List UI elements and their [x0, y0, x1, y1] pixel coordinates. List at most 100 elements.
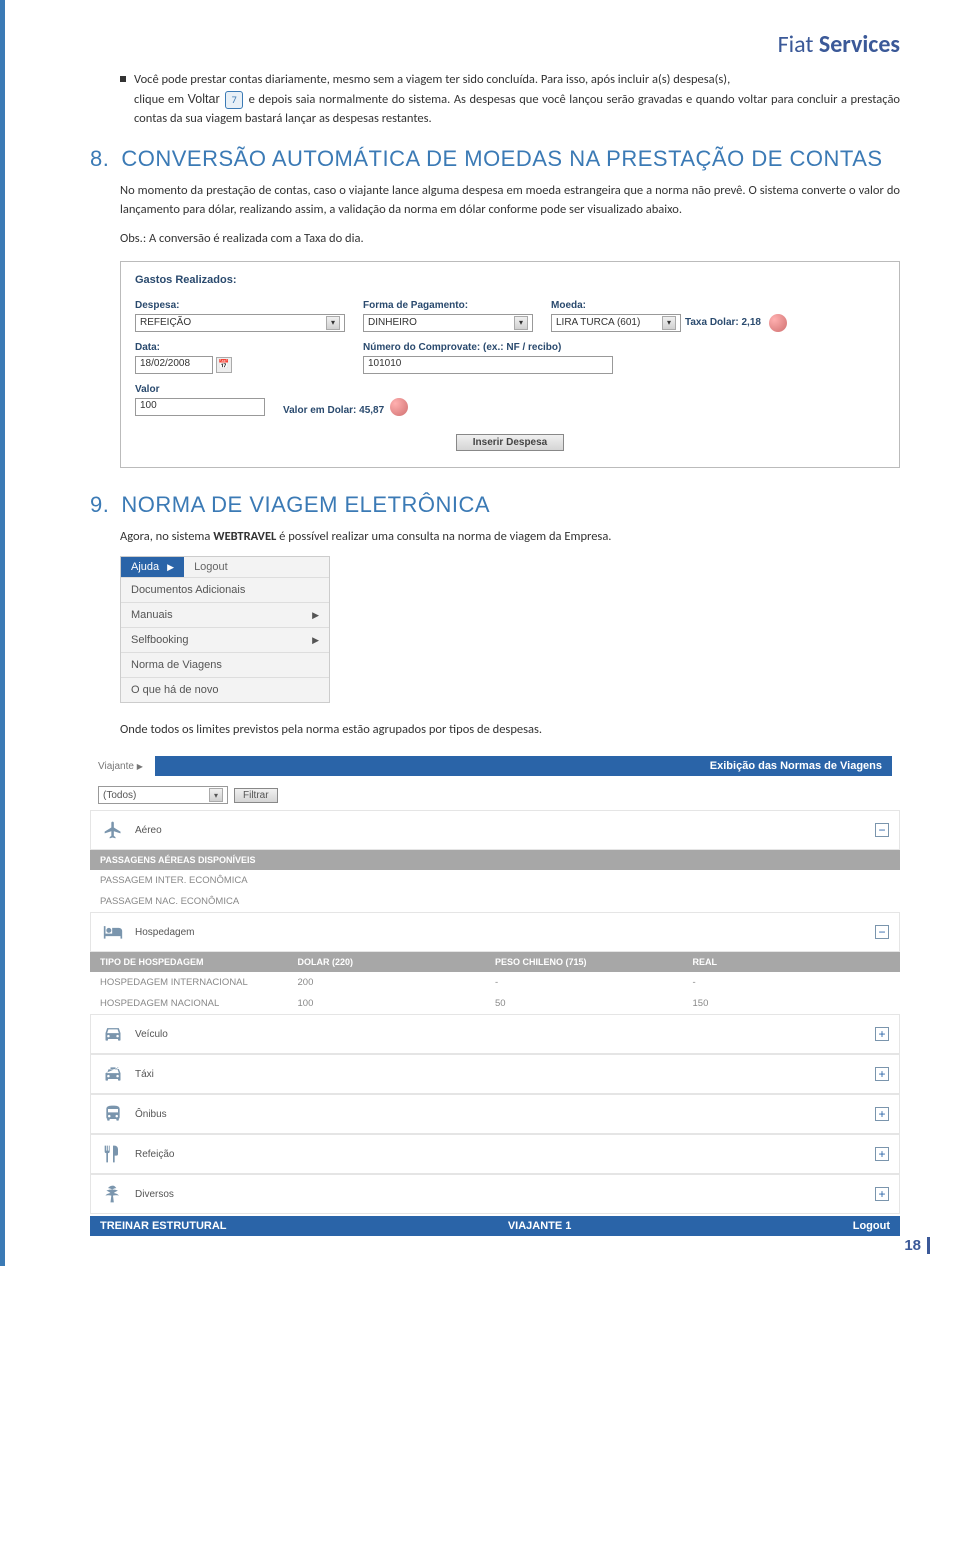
footer-mid: VIAJANTE 1 [227, 1220, 853, 1232]
gastos-title: Gastos Realizados: [135, 274, 885, 286]
data-input[interactable]: 18/02/2008 [135, 356, 213, 374]
aereo-row-1: PASSAGEM INTER. ECONÔMICA [90, 870, 900, 891]
cell: 100 [298, 998, 496, 1009]
section-9-num: 9. [90, 492, 109, 518]
moeda-value: LIRA TURCA (601) [556, 317, 640, 328]
category-hospedagem[interactable]: Hospedagem − [90, 912, 900, 952]
normas-screenshot: Viajante ▶ Exibição das Normas de Viagen… [90, 752, 900, 1236]
brand-header: Fiat Services [90, 30, 900, 59]
menu-label: Documentos Adicionais [131, 584, 245, 596]
section-9-p1: Agora, no sistema WEBTRAVEL é possível r… [120, 528, 900, 547]
expand-icon[interactable]: + [875, 1067, 889, 1081]
col-label: TIPO DE HOSPEDAGEM [100, 957, 298, 967]
dropdown-arrow-icon: ▾ [326, 316, 340, 330]
bullet-text-2b: e depois saia normalmente do sistema. As… [134, 92, 900, 126]
dropdown-arrow-icon: ▾ [662, 316, 676, 330]
car-icon [101, 1023, 125, 1045]
forma-select[interactable]: DINHEIRO ▾ [363, 314, 533, 332]
category-veiculo[interactable]: Veículo + [90, 1014, 900, 1054]
comprov-label: Número do Comprovate: (ex.: NF / recibo) [363, 342, 613, 353]
valor-dolar-label: Valor em Dolar: 45,87 [283, 405, 384, 416]
filtrar-button[interactable]: Filtrar [234, 788, 278, 803]
menu-item-manuais[interactable]: Manuais ▶ [121, 602, 329, 627]
category-aereo[interactable]: Aéreo − [90, 810, 900, 850]
calendar-icon[interactable]: 📅 [216, 357, 232, 373]
cell: HOSPEDAGEM NACIONAL [100, 998, 298, 1009]
category-diversos[interactable]: Diversos + [90, 1174, 900, 1214]
category-refeicao[interactable]: Refeição + [90, 1134, 900, 1174]
collapse-icon[interactable]: − [875, 925, 889, 939]
menu-item-selfbooking[interactable]: Selfbooking ▶ [121, 627, 329, 652]
brand-bold: Services [819, 30, 900, 59]
category-label: Veículo [135, 1029, 168, 1040]
arrow-right-icon: ▶ [137, 762, 143, 771]
category-label: Diversos [135, 1189, 174, 1200]
bed-icon [101, 921, 125, 943]
menu-label: Manuais [131, 609, 173, 621]
palm-icon [101, 1183, 125, 1205]
menu-label: Norma de Viagens [131, 659, 222, 671]
normas-footer: TREINAR ESTRUTURAL VIAJANTE 1 Logout [90, 1216, 900, 1236]
category-taxi[interactable]: Táxi + [90, 1054, 900, 1094]
cell: HOSPEDAGEM INTERNACIONAL [100, 977, 298, 988]
despesa-select[interactable]: REFEIÇÃO ▾ [135, 314, 345, 332]
moeda-select[interactable]: LIRA TURCA (601) ▾ [551, 314, 681, 332]
section-9-title: NORMA DE VIAGEM ELETRÔNICA [121, 492, 490, 518]
expand-icon[interactable]: + [875, 1187, 889, 1201]
section-8-p1: No momento da prestação de contas, caso … [120, 182, 900, 220]
menu-item-documentos[interactable]: Documentos Adicionais [121, 577, 329, 602]
hospedagem-row-2: HOSPEDAGEM NACIONAL 100 50 150 [90, 993, 900, 1014]
col-label: PESO CHILENO (715) [495, 957, 693, 967]
valor-input[interactable]: 100 [135, 398, 265, 416]
dropdown-arrow-icon: ▾ [514, 316, 528, 330]
menu-label: Selfbooking [131, 634, 189, 646]
cell: 200 [298, 977, 496, 988]
menu-logout-item[interactable]: Logout [184, 557, 238, 577]
viajante-menu[interactable]: Viajante ▶ [98, 761, 143, 772]
plane-icon [101, 819, 125, 841]
footer-logout[interactable]: Logout [853, 1220, 890, 1232]
menu-item-norma[interactable]: Norma de Viagens [121, 652, 329, 677]
section-8-title: CONVERSÃO AUTOMÁTICA DE MOEDAS NA PRESTA… [121, 146, 882, 172]
dropdown-arrow-icon: ▾ [209, 788, 223, 802]
comprov-input[interactable]: 101010 [363, 356, 613, 374]
todos-select[interactable]: (Todos) ▾ [98, 786, 228, 804]
cell: - [693, 977, 891, 988]
category-label: Aéreo [135, 825, 162, 836]
menu-ajuda-item[interactable]: Ajuda ▶ [121, 557, 184, 577]
valor-label: Valor [135, 384, 265, 395]
menu-item-novo[interactable]: O que há de novo [121, 677, 329, 702]
aereo-subhead: PASSAGENS AÉREAS DISPONÍVEIS [90, 850, 900, 870]
arrow-right-icon: ▶ [312, 610, 319, 621]
collapse-icon[interactable]: − [875, 823, 889, 837]
subhead-label: PASSAGENS AÉREAS DISPONÍVEIS [100, 855, 890, 865]
taxi-icon [101, 1063, 125, 1085]
viajante-label: Viajante [98, 761, 134, 772]
expand-icon[interactable]: + [875, 1107, 889, 1121]
category-label: Táxi [135, 1069, 154, 1080]
menu-top-row: Ajuda ▶ Logout [121, 557, 329, 577]
hospedagem-row-1: HOSPEDAGEM INTERNACIONAL 200 - - [90, 972, 900, 993]
hospedagem-cols: TIPO DE HOSPEDAGEM DOLAR (220) PESO CHIL… [90, 952, 900, 972]
section-9-p2: Onde todos os limites previstos pela nor… [120, 721, 900, 740]
taxa-dolar-label: Taxa Dolar: 2,18 [685, 317, 761, 328]
expand-icon[interactable]: + [875, 1027, 889, 1041]
section-8-p2: Obs.: A conversão é realizada com a Taxa… [120, 230, 900, 249]
cell: 50 [495, 998, 693, 1009]
help-menu-screenshot: Ajuda ▶ Logout Documentos Adicionais Man… [120, 556, 330, 703]
todos-value: (Todos) [103, 790, 136, 801]
bullet-text-2a: clique em [134, 92, 188, 107]
category-onibus[interactable]: Ônibus + [90, 1094, 900, 1134]
food-icon [101, 1143, 125, 1165]
aereo-row-2: PASSAGEM NAC. ECONÔMICA [90, 891, 900, 912]
cell: 150 [693, 998, 891, 1009]
menu-label: O que há de novo [131, 684, 218, 696]
expand-icon[interactable]: + [875, 1147, 889, 1161]
inserir-despesa-button[interactable]: Inserir Despesa [456, 434, 565, 451]
section-9-p1b: é possível realizar uma consulta na norm… [276, 529, 611, 544]
data-label: Data: [135, 342, 245, 353]
highlight-marker-icon [390, 398, 408, 416]
highlight-marker-icon [769, 314, 787, 332]
arrow-right-icon: ▶ [312, 635, 319, 646]
section-8-num: 8. [90, 146, 109, 172]
